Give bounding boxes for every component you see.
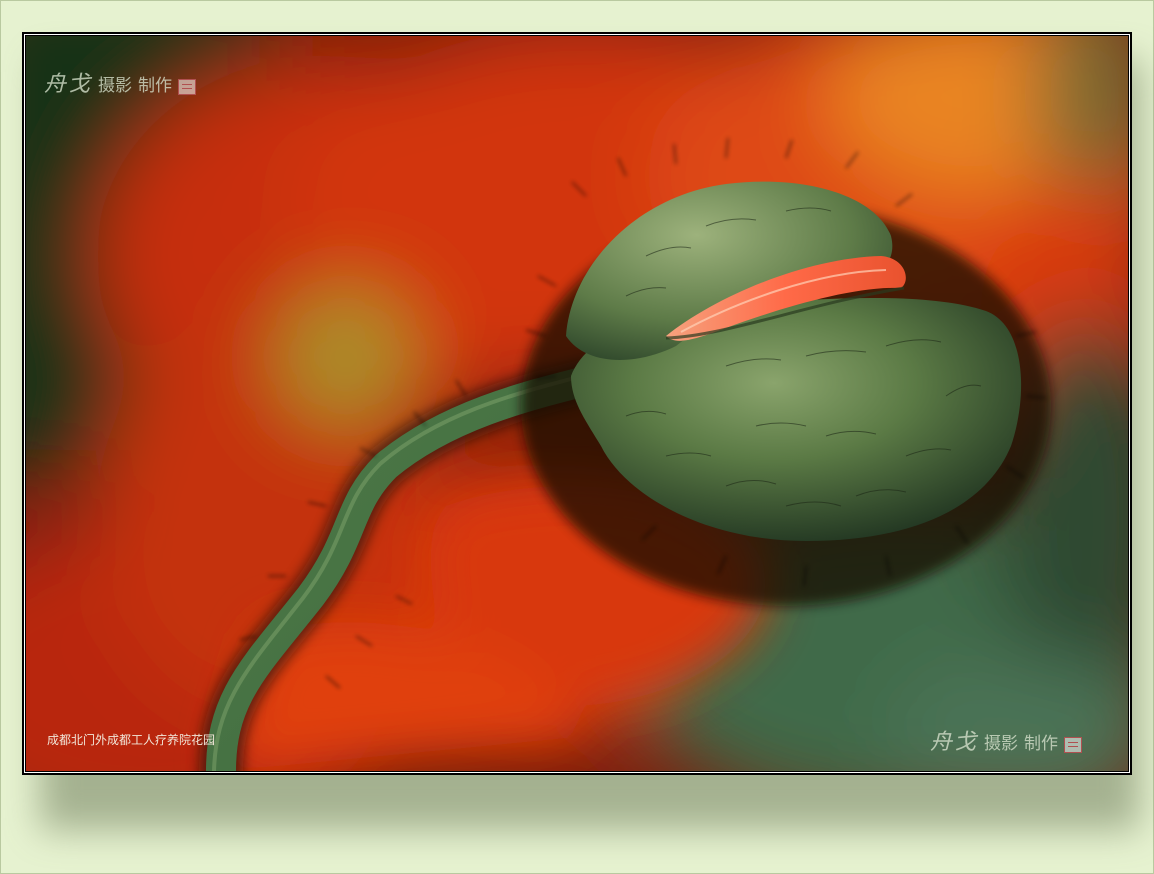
- watermark-signature: 舟戈: [930, 730, 979, 755]
- watermark-made-text: 制作: [138, 76, 173, 96]
- seal-icon: [1064, 736, 1083, 753]
- watermark-photo-text: 摄影: [984, 734, 1019, 754]
- watermark-bottom: 舟戈 摄影 制作: [930, 724, 1083, 756]
- watermark-top: 舟戈 摄影 制作: [44, 66, 197, 98]
- watermark-made-text: 制作: [1024, 734, 1059, 754]
- photo: [26, 36, 1128, 771]
- watermark-photo-text: 摄影: [98, 76, 133, 96]
- seal-icon: [178, 78, 197, 95]
- photo-caption: 成都北门外成都工人疗养院花园: [47, 733, 216, 747]
- poppy-bud-photo: [26, 36, 1128, 771]
- photo-frame: [22, 32, 1132, 775]
- watermark-signature: 舟戈: [44, 72, 93, 97]
